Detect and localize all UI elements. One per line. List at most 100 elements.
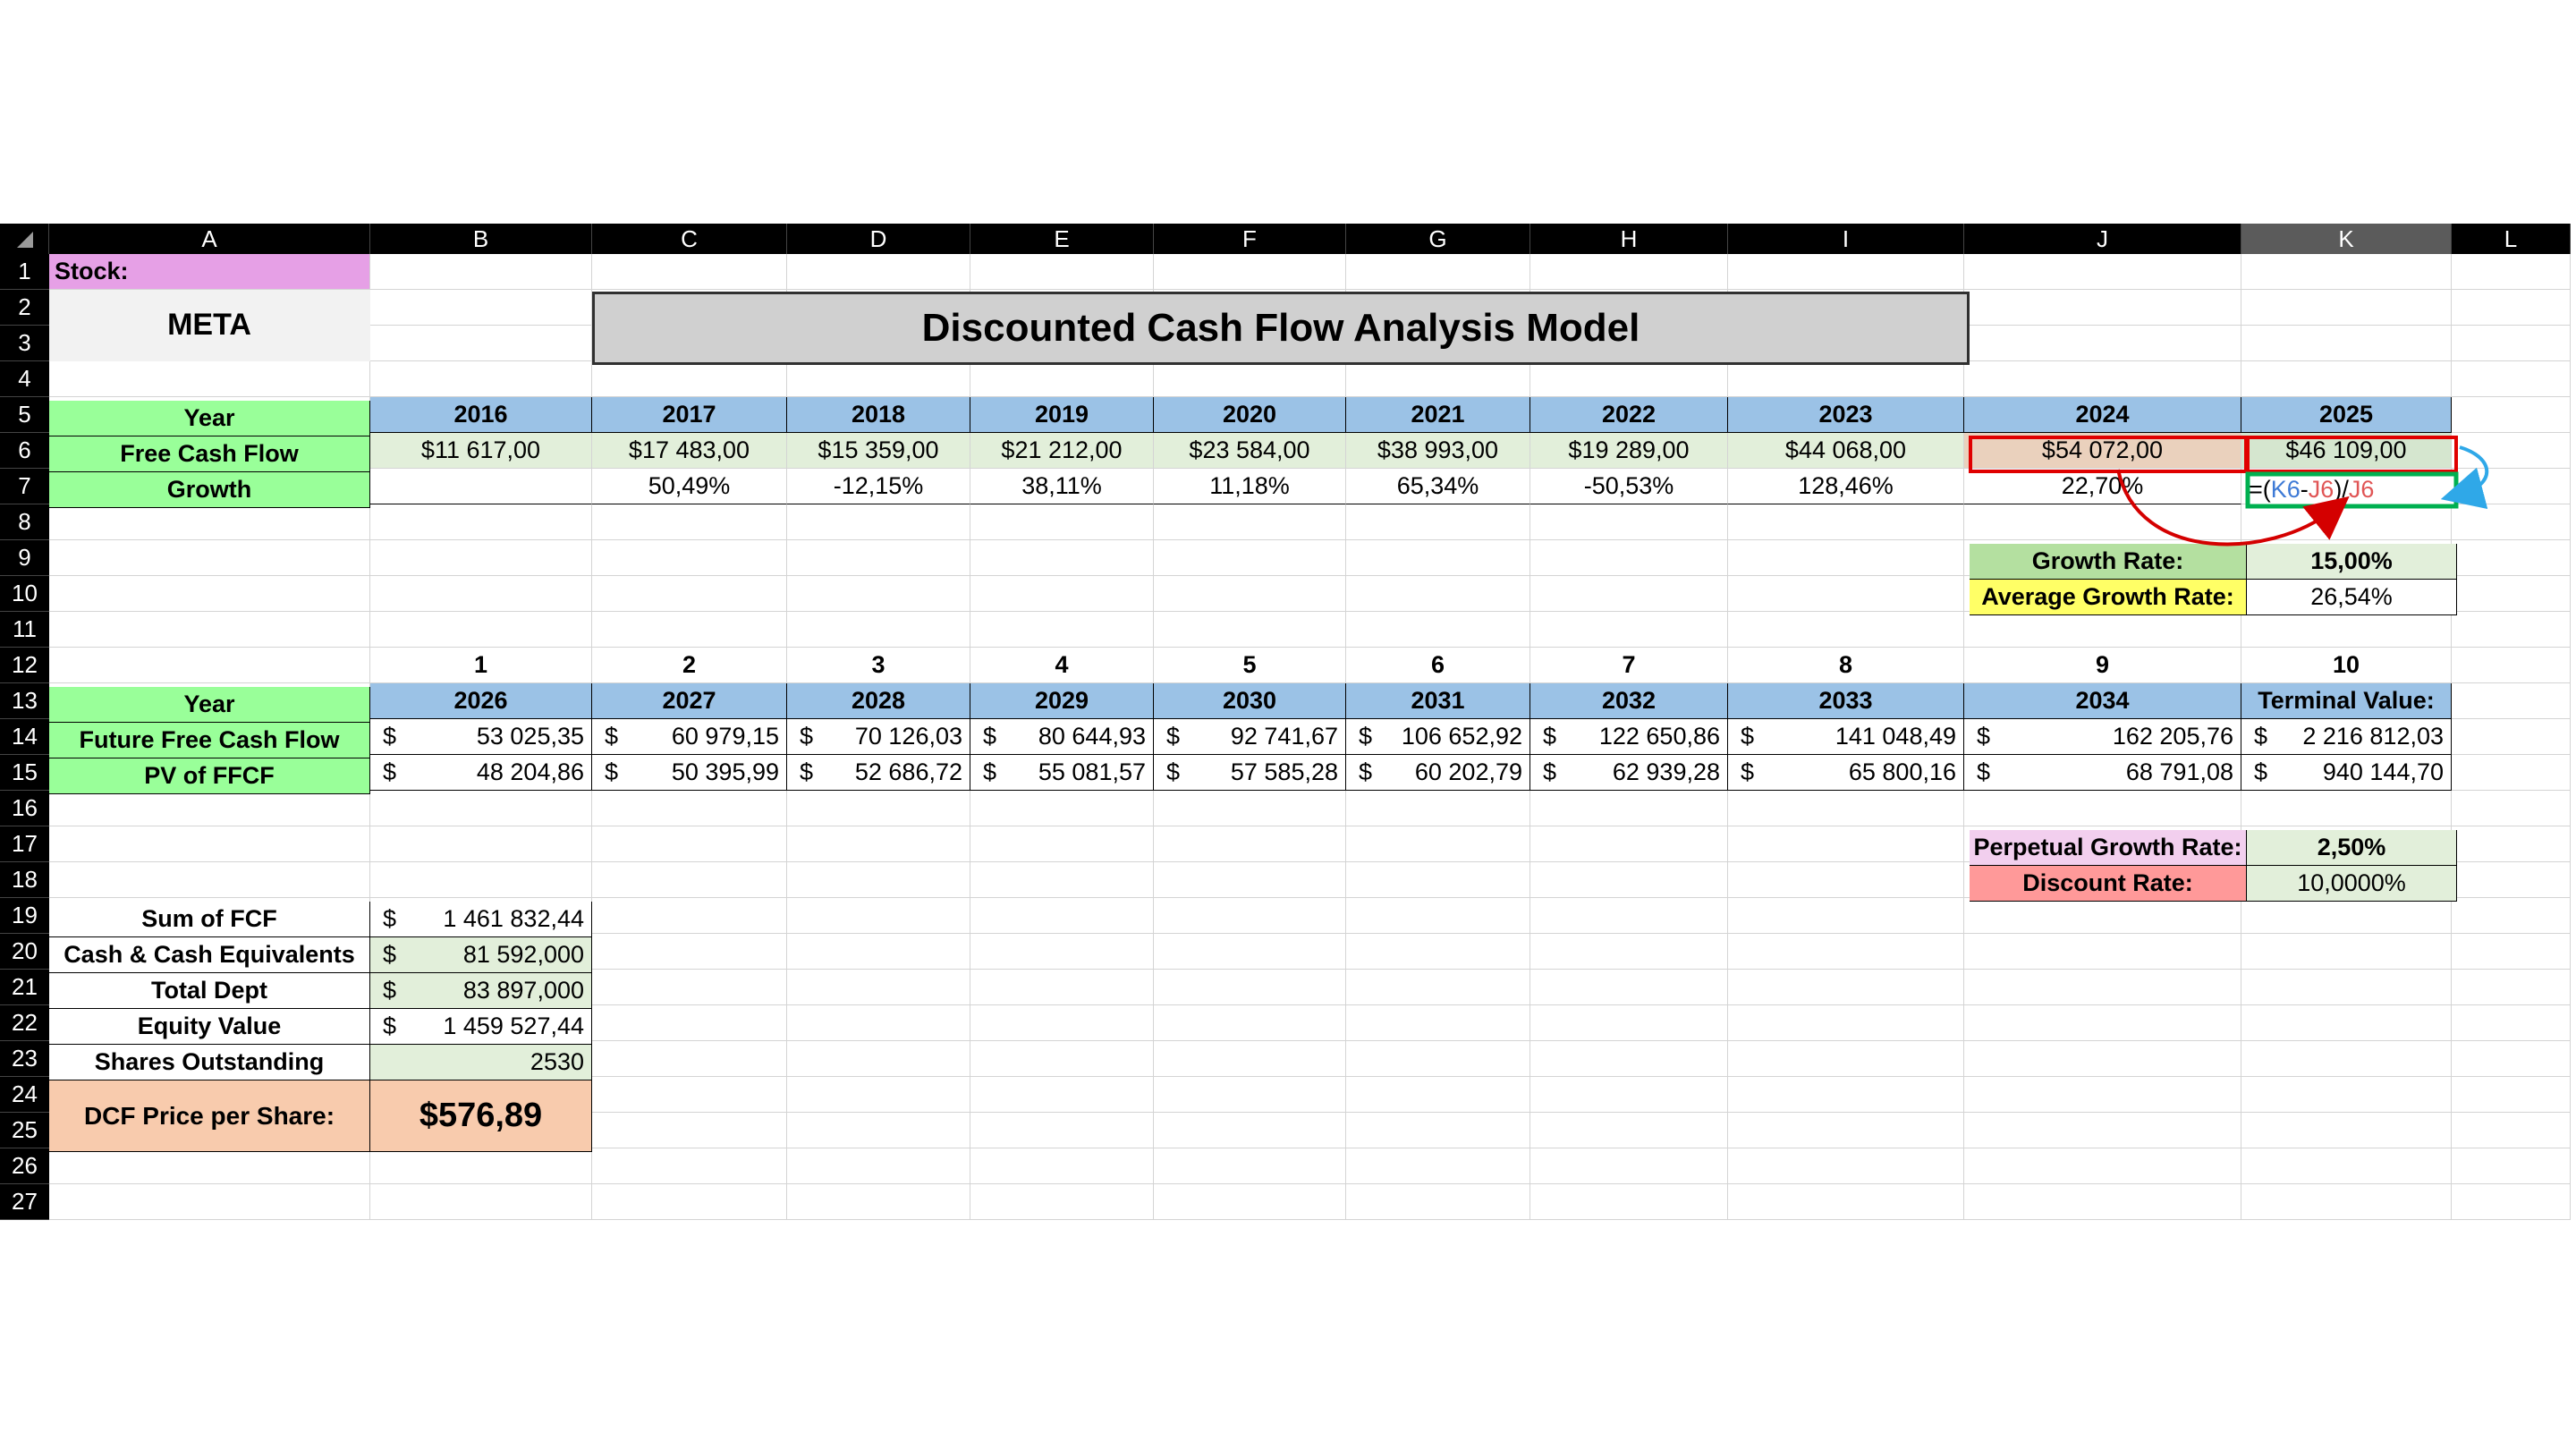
grid-cell[interactable]	[1728, 862, 1964, 898]
grid-cell[interactable]	[2452, 361, 2571, 397]
grid-cell[interactable]	[592, 826, 787, 862]
ffcf-cell-4[interactable]: $80 644,93	[970, 719, 1154, 755]
grid-cell[interactable]	[1964, 934, 2241, 970]
grid-cell[interactable]	[1346, 1041, 1530, 1077]
grid-cell[interactable]	[370, 540, 592, 576]
column-header-a[interactable]: A	[49, 224, 370, 254]
grid-cell[interactable]	[592, 1077, 787, 1113]
row-header-12[interactable]: 12	[0, 648, 49, 683]
period-number-3[interactable]: 3	[787, 648, 970, 683]
grid-cell[interactable]	[370, 1184, 592, 1220]
grid-cell[interactable]	[1346, 540, 1530, 576]
grid-cell[interactable]	[2452, 504, 2571, 540]
row-header-24[interactable]: 24	[0, 1077, 49, 1113]
row-header-19[interactable]: 19	[0, 898, 49, 934]
grid-cell[interactable]	[787, 1005, 970, 1041]
column-header-j[interactable]: J	[1964, 224, 2241, 254]
hist-growth-4[interactable]: 38,11%	[970, 469, 1154, 504]
hist-growth-9[interactable]: 22,70%	[1964, 469, 2241, 504]
row-header-4[interactable]: 4	[0, 361, 49, 397]
proj-year-2[interactable]: 2027	[592, 683, 787, 719]
shares-value[interactable]: 2530	[370, 1045, 592, 1080]
grid-cell[interactable]	[787, 1077, 970, 1113]
grid-cell[interactable]	[1728, 1041, 1964, 1077]
grid-cell[interactable]	[1530, 1113, 1728, 1148]
pv-cell-1[interactable]: $48 204,86	[370, 755, 592, 791]
row-header-18[interactable]: 18	[0, 862, 49, 898]
grid-cell[interactable]	[970, 1148, 1154, 1184]
grid-cell[interactable]	[1964, 791, 2241, 826]
grid-cell[interactable]	[787, 504, 970, 540]
growth-rate-value[interactable]: 15,00%	[2247, 544, 2457, 580]
grid-cell[interactable]	[787, 1113, 970, 1148]
grid-cell[interactable]	[1728, 576, 1964, 612]
grid-cell[interactable]	[49, 504, 370, 540]
row-header-11[interactable]: 11	[0, 612, 49, 648]
grid-cell[interactable]	[1530, 576, 1728, 612]
grid-cell[interactable]	[2452, 862, 2571, 898]
grid-cell[interactable]	[1530, 1005, 1728, 1041]
grid-cell[interactable]	[1154, 1005, 1346, 1041]
grid-cell[interactable]	[370, 791, 592, 826]
grid-cell[interactable]	[2241, 504, 2452, 540]
hist-growth-1[interactable]	[370, 469, 592, 504]
grid-cell[interactable]	[1530, 862, 1728, 898]
grid-cell[interactable]	[1346, 254, 1530, 290]
column-header-c[interactable]: C	[592, 224, 787, 254]
hist-year-4[interactable]: 2019	[970, 397, 1154, 433]
period-number-2[interactable]: 2	[592, 648, 787, 683]
grid-cell[interactable]	[49, 826, 370, 862]
pv-cell-3[interactable]: $52 686,72	[787, 755, 970, 791]
hist-year-7[interactable]: 2022	[1530, 397, 1728, 433]
grid-cell[interactable]	[1964, 290, 2241, 326]
grid-cell[interactable]	[370, 1148, 592, 1184]
column-header-f[interactable]: F	[1154, 224, 1346, 254]
grid-cell[interactable]	[1728, 254, 1964, 290]
grid-cell[interactable]	[1154, 1148, 1346, 1184]
grid-cell[interactable]	[1154, 934, 1346, 970]
grid-cell[interactable]	[1154, 576, 1346, 612]
grid-cell[interactable]	[787, 361, 970, 397]
cash-cell[interactable]: $81 592,000	[370, 937, 592, 973]
grid-cell[interactable]	[2241, 934, 2452, 970]
grid-cell[interactable]	[1728, 1184, 1964, 1220]
ffcf-cell-1[interactable]: $53 025,35	[370, 719, 592, 755]
grid-cell[interactable]	[1346, 1148, 1530, 1184]
grid-cell[interactable]	[592, 1184, 787, 1220]
grid-cell[interactable]	[1728, 361, 1964, 397]
grid-cell[interactable]	[787, 1148, 970, 1184]
hist-fcf-7[interactable]: $19 289,00	[1530, 433, 1728, 469]
grid-cell[interactable]	[787, 254, 970, 290]
grid-cell[interactable]	[2241, 1005, 2452, 1041]
period-number-5[interactable]: 5	[1154, 648, 1346, 683]
ffcf-cell-10[interactable]: $2 216 812,03	[2241, 719, 2452, 755]
discount-rate-value[interactable]: 10,0000%	[2247, 866, 2457, 902]
grid-cell[interactable]	[2452, 970, 2571, 1005]
hist-year-8[interactable]: 2023	[1728, 397, 1964, 433]
hist-year-3[interactable]: 2018	[787, 397, 970, 433]
grid-cell[interactable]	[1346, 862, 1530, 898]
period-number-4[interactable]: 4	[970, 648, 1154, 683]
grid-cell[interactable]	[787, 898, 970, 934]
spreadsheet-grid[interactable]: ABCDEFGHIJKL 1 2 3 4 5 6 7 8 9 10 11 12 13 14 15 16 17 18…	[0, 224, 2576, 1225]
grid-cell[interactable]	[1530, 791, 1728, 826]
grid-cell[interactable]	[49, 1184, 370, 1220]
grid-cell[interactable]	[2241, 1041, 2452, 1077]
grid-cell[interactable]	[787, 862, 970, 898]
grid-cell[interactable]	[592, 504, 787, 540]
column-header-l[interactable]: L	[2452, 224, 2571, 254]
grid-cell[interactable]	[2452, 934, 2571, 970]
grid-cell[interactable]	[1964, 326, 2241, 361]
grid-cell[interactable]	[2241, 970, 2452, 1005]
grid-cell[interactable]	[1154, 254, 1346, 290]
proj-year-6[interactable]: 2031	[1346, 683, 1530, 719]
formula-cell-k7[interactable]: =(K6- J6)/J6	[2247, 472, 2457, 508]
grid-cell[interactable]	[1154, 1184, 1346, 1220]
row-header-22[interactable]: 22	[0, 1005, 49, 1041]
grid-cell[interactable]	[970, 540, 1154, 576]
row-header-2[interactable]: 2	[0, 290, 49, 326]
ffcf-cell-3[interactable]: $70 126,03	[787, 719, 970, 755]
row-header-16[interactable]: 16	[0, 791, 49, 826]
row-header-17[interactable]: 17	[0, 826, 49, 862]
grid-cell[interactable]	[2241, 290, 2452, 326]
